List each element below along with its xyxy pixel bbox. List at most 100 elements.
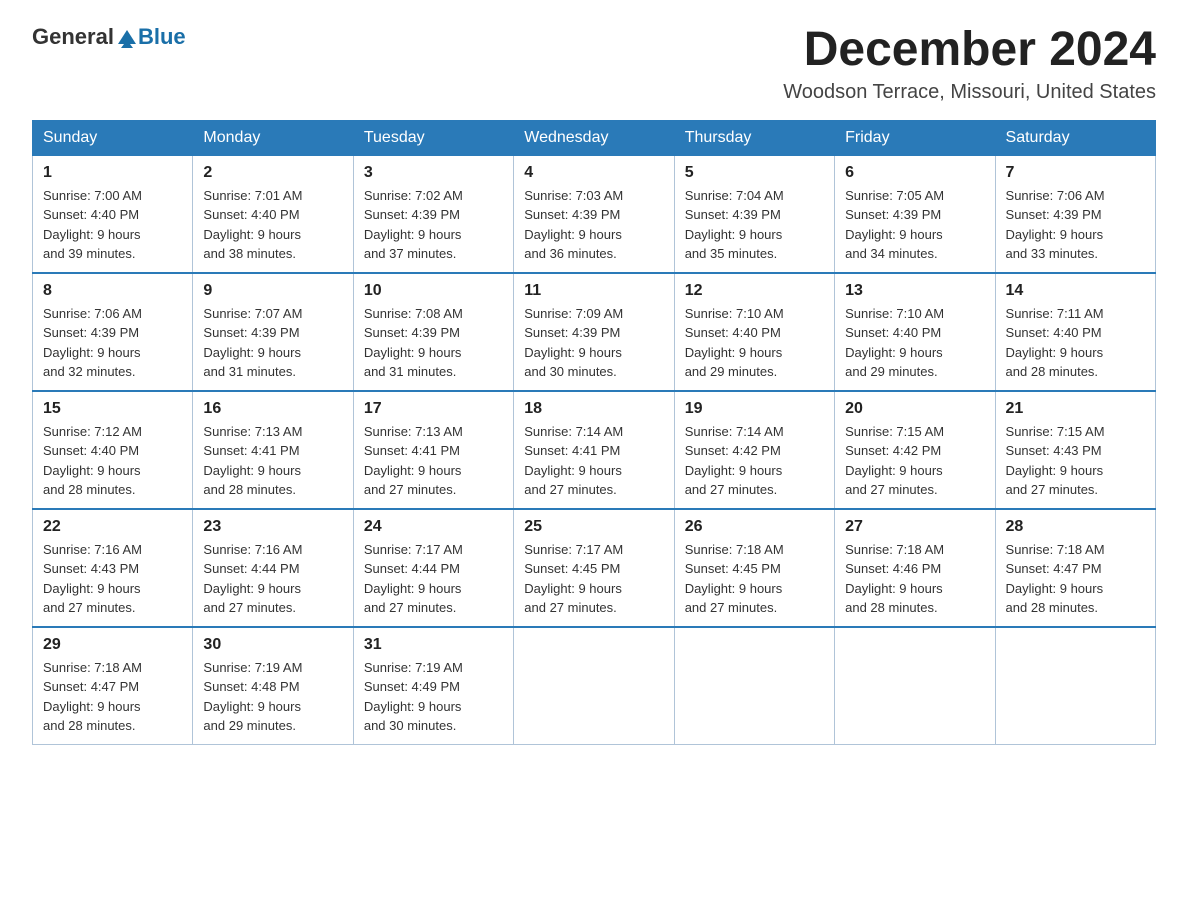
day-number: 21 [1006, 400, 1145, 418]
day-number: 15 [43, 400, 182, 418]
table-row: 14 Sunrise: 7:11 AMSunset: 4:40 PMDayligh… [995, 273, 1155, 391]
table-row: 23Sunrise: 7:16 AMSunset: 4:44 PMDayligh… [193, 509, 353, 627]
table-row: 27 Sunrise: 7:18 AMSunset: 4:46 PMDayligh… [835, 509, 995, 627]
day-number: 3 [364, 164, 503, 182]
logo: General Blue [32, 24, 186, 50]
day-info: Sunrise: 7:17 AMSunset: 4:44 PMDaylight:… [364, 540, 503, 618]
table-row: 10 Sunrise: 7:08 AMSunset: 4:39 PMDayligh… [353, 273, 513, 391]
table-row: 8 Sunrise: 7:06 AMSunset: 4:39 PMDaylight… [33, 273, 193, 391]
table-row: 11 Sunrise: 7:09 AMSunset: 4:39 PMDayligh… [514, 273, 674, 391]
table-row: 6Sunrise: 7:05 AMSunset: 4:39 PMDaylight… [835, 155, 995, 273]
day-number: 17 [364, 400, 503, 418]
calendar-table: SundayMondayTuesdayWednesdayThursdayFrid… [32, 120, 1156, 745]
day-info: Sunrise: 7:00 AMSunset: 4:40 PMDaylight:… [43, 186, 182, 264]
table-row: 1 Sunrise: 7:00 AMSunset: 4:40 PMDaylight… [33, 155, 193, 273]
table-row [514, 627, 674, 745]
day-info: Sunrise: 7:01 AMSunset: 4:40 PMDaylight:… [203, 186, 342, 264]
day-info: Sunrise: 7:14 AMSunset: 4:42 PMDaylight:… [685, 422, 824, 500]
day-number: 10 [364, 282, 503, 300]
day-number: 4 [524, 164, 663, 182]
day-number: 31 [364, 636, 503, 654]
day-info: Sunrise: 7:03 AMSunset: 4:39 PMDaylight:… [524, 186, 663, 264]
day-info: Sunrise: 7:17 AMSunset: 4:45 PMDaylight:… [524, 540, 663, 618]
day-number: 9 [203, 282, 342, 300]
day-info: Sunrise: 7:12 AMSunset: 4:40 PMDaylight:… [43, 422, 182, 500]
day-info: Sunrise: 7:11 AMSunset: 4:40 PMDaylight:… [1006, 304, 1145, 382]
day-number: 22 [43, 518, 182, 536]
weekday-header-monday: Monday [193, 120, 353, 155]
table-row: 5Sunrise: 7:04 AMSunset: 4:39 PMDaylight… [674, 155, 834, 273]
day-info: Sunrise: 7:10 AMSunset: 4:40 PMDaylight:… [685, 304, 824, 382]
weekday-header-thursday: Thursday [674, 120, 834, 155]
day-number: 19 [685, 400, 824, 418]
day-number: 8 [43, 282, 182, 300]
table-row: 19 Sunrise: 7:14 AMSunset: 4:42 PMDayligh… [674, 391, 834, 509]
calendar-week-row: 22Sunrise: 7:16 AMSunset: 4:43 PMDayligh… [33, 509, 1156, 627]
table-row: 4 Sunrise: 7:03 AMSunset: 4:39 PMDaylight… [514, 155, 674, 273]
day-info: Sunrise: 7:06 AMSunset: 4:39 PMDaylight:… [43, 304, 182, 382]
calendar-week-row: 15 Sunrise: 7:12 AMSunset: 4:40 PMDayligh… [33, 391, 1156, 509]
day-info: Sunrise: 7:13 AMSunset: 4:41 PMDaylight:… [203, 422, 342, 500]
title-block: December 2024 Woodson Terrace, Missouri,… [783, 24, 1156, 104]
weekday-header-saturday: Saturday [995, 120, 1155, 155]
weekday-header-tuesday: Tuesday [353, 120, 513, 155]
table-row: 28 Sunrise: 7:18 AMSunset: 4:47 PMDayligh… [995, 509, 1155, 627]
day-number: 13 [845, 282, 984, 300]
day-number: 25 [524, 518, 663, 536]
day-info: Sunrise: 7:18 AMSunset: 4:47 PMDaylight:… [43, 658, 182, 736]
day-info: Sunrise: 7:06 AMSunset: 4:39 PMDaylight:… [1006, 186, 1145, 264]
day-number: 27 [845, 518, 984, 536]
day-info: Sunrise: 7:18 AMSunset: 4:47 PMDaylight:… [1006, 540, 1145, 618]
calendar-week-row: 1 Sunrise: 7:00 AMSunset: 4:40 PMDaylight… [33, 155, 1156, 273]
table-row: 25 Sunrise: 7:17 AMSunset: 4:45 PMDayligh… [514, 509, 674, 627]
table-row: 29Sunrise: 7:18 AMSunset: 4:47 PMDayligh… [33, 627, 193, 745]
table-row: 17Sunrise: 7:13 AMSunset: 4:41 PMDayligh… [353, 391, 513, 509]
table-row: 12Sunrise: 7:10 AMSunset: 4:40 PMDayligh… [674, 273, 834, 391]
day-info: Sunrise: 7:19 AMSunset: 4:48 PMDaylight:… [203, 658, 342, 736]
table-row: 24 Sunrise: 7:17 AMSunset: 4:44 PMDayligh… [353, 509, 513, 627]
day-number: 6 [845, 164, 984, 182]
table-row: 30 Sunrise: 7:19 AMSunset: 4:48 PMDayligh… [193, 627, 353, 745]
weekday-header-sunday: Sunday [33, 120, 193, 155]
table-row: 3 Sunrise: 7:02 AMSunset: 4:39 PMDaylight… [353, 155, 513, 273]
day-info: Sunrise: 7:02 AMSunset: 4:39 PMDaylight:… [364, 186, 503, 264]
table-row: 18 Sunrise: 7:14 AMSunset: 4:41 PMDayligh… [514, 391, 674, 509]
weekday-header-friday: Friday [835, 120, 995, 155]
logo-blue-text: Blue [138, 24, 186, 50]
table-row [674, 627, 834, 745]
page-header: General Blue December 2024 Woodson Terra… [32, 24, 1156, 104]
table-row: 13 Sunrise: 7:10 AMSunset: 4:40 PMDayligh… [835, 273, 995, 391]
weekday-header-wednesday: Wednesday [514, 120, 674, 155]
calendar-week-row: 29Sunrise: 7:18 AMSunset: 4:47 PMDayligh… [33, 627, 1156, 745]
location-subtitle: Woodson Terrace, Missouri, United States [783, 81, 1156, 104]
day-number: 1 [43, 164, 182, 182]
weekday-header-row: SundayMondayTuesdayWednesdayThursdayFrid… [33, 120, 1156, 155]
day-info: Sunrise: 7:19 AMSunset: 4:49 PMDaylight:… [364, 658, 503, 736]
table-row: 21Sunrise: 7:15 AMSunset: 4:43 PMDayligh… [995, 391, 1155, 509]
day-info: Sunrise: 7:09 AMSunset: 4:39 PMDaylight:… [524, 304, 663, 382]
table-row: 9Sunrise: 7:07 AMSunset: 4:39 PMDaylight… [193, 273, 353, 391]
day-number: 18 [524, 400, 663, 418]
day-info: Sunrise: 7:10 AMSunset: 4:40 PMDaylight:… [845, 304, 984, 382]
day-number: 30 [203, 636, 342, 654]
day-number: 11 [524, 282, 663, 300]
table-row: 20Sunrise: 7:15 AMSunset: 4:42 PMDayligh… [835, 391, 995, 509]
day-info: Sunrise: 7:16 AMSunset: 4:44 PMDaylight:… [203, 540, 342, 618]
day-info: Sunrise: 7:14 AMSunset: 4:41 PMDaylight:… [524, 422, 663, 500]
table-row: 31 Sunrise: 7:19 AMSunset: 4:49 PMDayligh… [353, 627, 513, 745]
table-row [995, 627, 1155, 745]
day-info: Sunrise: 7:18 AMSunset: 4:46 PMDaylight:… [845, 540, 984, 618]
day-number: 28 [1006, 518, 1145, 536]
day-number: 2 [203, 164, 342, 182]
table-row: 2 Sunrise: 7:01 AMSunset: 4:40 PMDaylight… [193, 155, 353, 273]
day-number: 14 [1006, 282, 1145, 300]
day-info: Sunrise: 7:15 AMSunset: 4:42 PMDaylight:… [845, 422, 984, 500]
day-number: 16 [203, 400, 342, 418]
day-info: Sunrise: 7:04 AMSunset: 4:39 PMDaylight:… [685, 186, 824, 264]
calendar-week-row: 8 Sunrise: 7:06 AMSunset: 4:39 PMDaylight… [33, 273, 1156, 391]
table-row: 15 Sunrise: 7:12 AMSunset: 4:40 PMDayligh… [33, 391, 193, 509]
day-number: 24 [364, 518, 503, 536]
table-row: 16 Sunrise: 7:13 AMSunset: 4:41 PMDayligh… [193, 391, 353, 509]
day-info: Sunrise: 7:08 AMSunset: 4:39 PMDaylight:… [364, 304, 503, 382]
logo-general-text: General [32, 24, 114, 50]
